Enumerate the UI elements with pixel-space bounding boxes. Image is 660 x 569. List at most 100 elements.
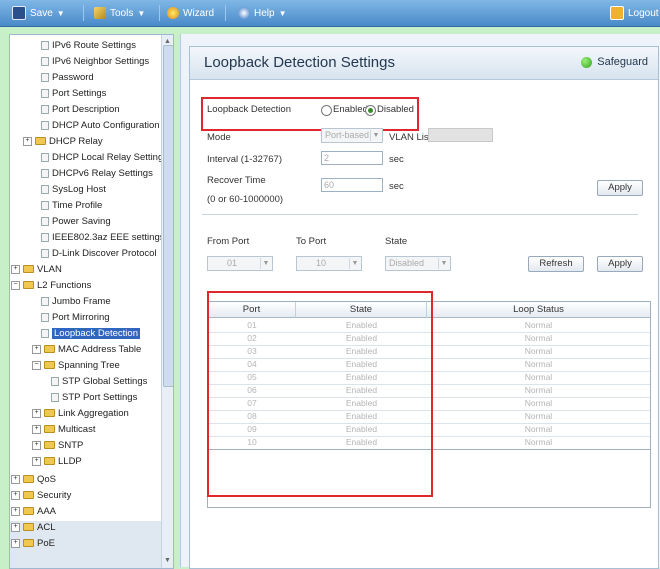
expand-icon[interactable]: + bbox=[11, 538, 20, 548]
tree-folder[interactable]: + LLDP bbox=[32, 455, 82, 467]
help-icon bbox=[238, 7, 250, 19]
folder-icon bbox=[44, 425, 55, 433]
apply-ports-button[interactable]: Apply bbox=[597, 256, 643, 272]
tree-folder[interactable]: + DHCP Relay bbox=[23, 135, 103, 147]
tree-folder[interactable]: + PoE bbox=[11, 537, 55, 549]
expand-icon[interactable]: + bbox=[23, 136, 32, 146]
chevron-down-icon: ▼ bbox=[56, 8, 65, 18]
tree-item[interactable]: IPv6 Route Settings bbox=[41, 39, 136, 51]
expand-icon[interactable]: + bbox=[32, 424, 41, 434]
tree-item[interactable]: DHCP Local Relay Settings bbox=[41, 151, 168, 163]
tree-item[interactable]: D-Link Discover Protocol bbox=[41, 247, 157, 259]
tree-folder[interactable]: − Spanning Tree bbox=[32, 359, 120, 371]
tools-icon bbox=[94, 7, 106, 19]
expand-icon[interactable]: + bbox=[11, 264, 20, 274]
tree-folder[interactable]: + SNTP bbox=[32, 439, 83, 451]
mode-select[interactable]: Port-based ▼ bbox=[321, 128, 383, 143]
tree-item[interactable]: SysLog Host bbox=[41, 183, 106, 195]
interval-value: 2 bbox=[324, 153, 330, 163]
tree-item[interactable]: STP Global Settings bbox=[51, 375, 147, 387]
page-icon bbox=[41, 184, 49, 194]
save-menu[interactable]: Save ▼ bbox=[12, 6, 65, 20]
folder-icon bbox=[44, 345, 55, 353]
help-menu[interactable]: Help ▼ bbox=[238, 6, 287, 20]
collapse-icon[interactable]: − bbox=[11, 280, 20, 290]
expand-icon[interactable]: + bbox=[32, 408, 41, 418]
tree-item-label: DHCP Local Relay Settings bbox=[52, 151, 168, 163]
refresh-button[interactable]: Refresh bbox=[528, 256, 584, 272]
expand-icon[interactable]: + bbox=[11, 522, 20, 532]
tree-item[interactable]: DHCPv6 Relay Settings bbox=[41, 167, 153, 179]
expand-icon[interactable]: + bbox=[11, 474, 20, 484]
collapse-icon[interactable]: − bbox=[32, 360, 41, 370]
nav-scrollbar[interactable]: ▲ ▼ bbox=[161, 35, 173, 568]
expand-icon[interactable]: + bbox=[32, 344, 41, 354]
tree-folder[interactable]: + ACL bbox=[11, 521, 55, 533]
recover-time-input[interactable]: 60 bbox=[321, 178, 383, 192]
vlan-list-input[interactable] bbox=[428, 128, 493, 142]
page-icon bbox=[41, 56, 49, 66]
page-icon bbox=[51, 392, 59, 402]
logout-button[interactable]: Logout bbox=[610, 6, 659, 20]
loop-status-cell: Normal bbox=[524, 359, 553, 369]
to-port-label: To Port bbox=[296, 236, 327, 247]
tree-folder[interactable]: + QoS bbox=[11, 473, 56, 485]
page-title: Loopback Detection Settings bbox=[204, 54, 395, 71]
tree-folder[interactable]: + Link Aggregation bbox=[32, 407, 129, 419]
expand-icon[interactable]: + bbox=[11, 490, 20, 500]
recover-time-unit: sec bbox=[389, 181, 404, 192]
loop-status-cell: Normal bbox=[524, 411, 553, 421]
expand-icon[interactable]: + bbox=[11, 506, 20, 516]
tree-folder[interactable]: + MAC Address Table bbox=[32, 343, 141, 355]
tree-item[interactable]: Port Settings bbox=[41, 87, 106, 99]
scrollbar-thumb[interactable] bbox=[163, 45, 173, 387]
expand-icon[interactable]: + bbox=[32, 440, 41, 450]
interval-label: Interval (1-32767) bbox=[207, 154, 282, 165]
tree-item[interactable]: IPv6 Neighbor Settings bbox=[41, 55, 149, 67]
tree-item[interactable]: IEEE802.3az EEE settings bbox=[41, 231, 164, 243]
tree-item[interactable]: Port Mirroring bbox=[41, 311, 110, 323]
expand-icon[interactable]: + bbox=[32, 456, 41, 466]
section-divider bbox=[202, 214, 638, 215]
state-select[interactable]: Disabled ▼ bbox=[385, 256, 451, 271]
tree-item[interactable]: Jumbo Frame bbox=[41, 295, 111, 307]
apply-button[interactable]: Apply bbox=[597, 180, 643, 196]
tree-item-label: MAC Address Table bbox=[58, 343, 142, 355]
folder-icon bbox=[23, 491, 34, 499]
folder-icon bbox=[35, 137, 46, 145]
tree-folder[interactable]: + AAA bbox=[11, 505, 56, 517]
wizard-label: Wizard bbox=[183, 7, 215, 19]
to-port-select[interactable]: 10 ▼ bbox=[296, 256, 362, 271]
tree-item-label: IEEE802.3az EEE settings bbox=[52, 231, 165, 243]
scroll-down-icon[interactable]: ▼ bbox=[163, 556, 172, 565]
from-port-select[interactable]: 01 ▼ bbox=[207, 256, 273, 271]
wizard-menu[interactable]: Wizard bbox=[167, 6, 214, 20]
tree-item[interactable]: Port Description bbox=[41, 103, 120, 115]
logout-icon bbox=[610, 6, 624, 20]
highlight-box bbox=[201, 97, 419, 131]
panel-header: Loopback Detection Settings Safeguard bbox=[190, 47, 658, 80]
tree-item[interactable]: Password bbox=[41, 71, 94, 83]
tree-item[interactable]: Time Profile bbox=[41, 199, 102, 211]
tree-folder[interactable]: + Multicast bbox=[32, 423, 95, 435]
tree-item-label: Power Saving bbox=[52, 215, 111, 227]
tools-menu[interactable]: Tools ▼ bbox=[94, 6, 145, 20]
tree-item[interactable]: STP Port Settings bbox=[51, 391, 137, 403]
tree-folder[interactable]: + Security bbox=[11, 489, 71, 501]
recover-time-range: (0 or 60-1000000) bbox=[207, 194, 284, 205]
tree-item[interactable]: DHCP Auto Configuration bbox=[41, 119, 160, 131]
tree-folder[interactable]: − L2 Functions bbox=[11, 279, 91, 291]
folder-icon bbox=[23, 507, 34, 515]
tree-item-selected[interactable]: Loopback Detection bbox=[41, 327, 140, 339]
tree-folder[interactable]: + VLAN bbox=[11, 263, 62, 275]
chevron-down-icon: ▼ bbox=[278, 8, 287, 18]
tree-item[interactable]: Power Saving bbox=[41, 215, 111, 227]
tree-item-label: DHCPv6 Relay Settings bbox=[52, 167, 153, 179]
page-icon bbox=[41, 120, 49, 130]
tree-item-label: LLDP bbox=[58, 455, 82, 467]
tree-item-label: DHCP Relay bbox=[49, 135, 103, 147]
column-header-loop-status: Loop Status bbox=[427, 302, 650, 318]
state-label: State bbox=[385, 236, 408, 247]
folder-icon bbox=[44, 441, 55, 449]
interval-input[interactable]: 2 bbox=[321, 151, 383, 165]
